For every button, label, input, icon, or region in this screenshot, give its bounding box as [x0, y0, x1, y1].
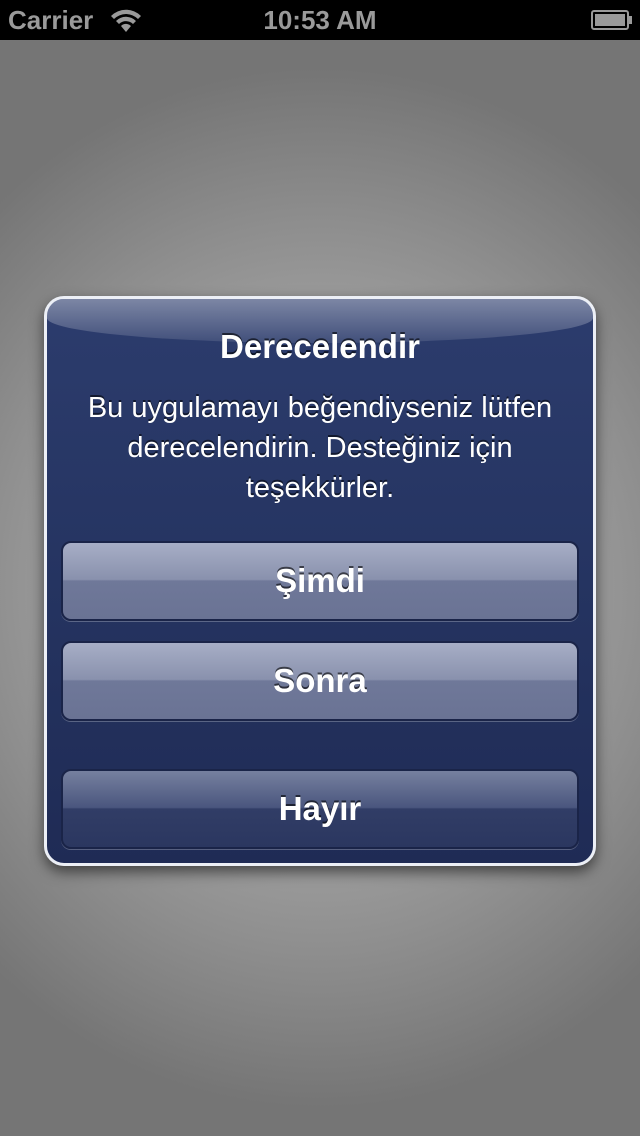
battery-icon [591, 10, 632, 30]
rate-no-button[interactable]: Hayır [61, 769, 579, 849]
rate-now-button[interactable]: Şimdi [61, 541, 579, 621]
rate-app-alert: Derecelendir Bu uygulamayı beğendiyseniz… [44, 296, 596, 866]
status-time: 10:53 AM [263, 5, 377, 35]
alert-title: Derecelendir [220, 328, 420, 365]
alert-message: Bu uygulamayı beğendiyseniz lütfen derec… [87, 392, 553, 504]
rate-later-button[interactable]: Sonra [61, 641, 579, 721]
status-bar: Carrier 10:53 AM [0, 0, 640, 40]
